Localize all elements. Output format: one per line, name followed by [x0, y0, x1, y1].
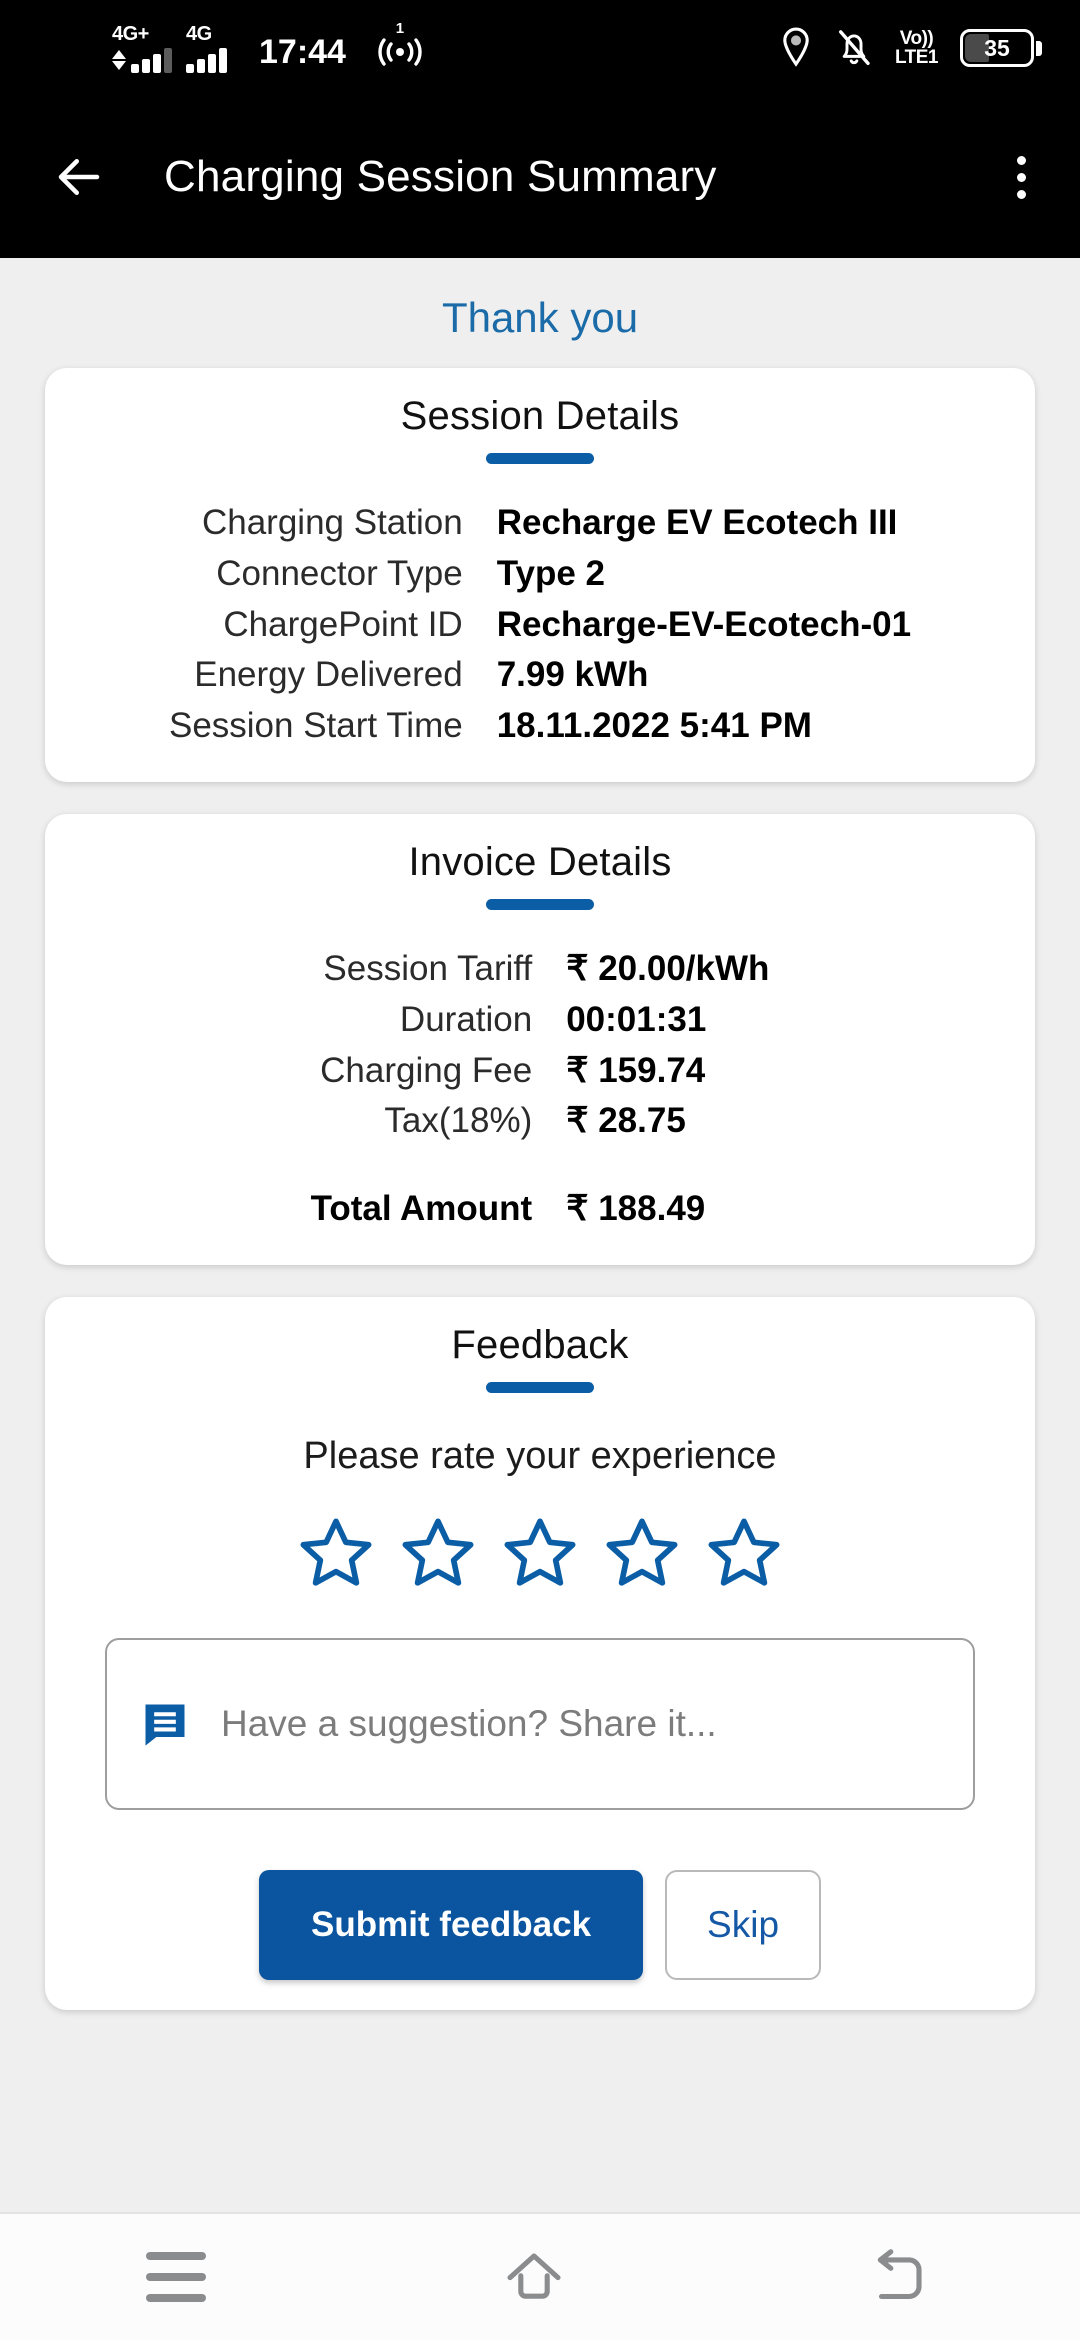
app-bar: Charging Session Summary [0, 96, 1080, 258]
sim2-signal: 4G [186, 24, 227, 73]
page-title: Charging Session Summary [164, 152, 717, 201]
sim1-network-label: 4G+ [112, 22, 149, 45]
session-details-title: Session Details [400, 394, 680, 438]
hotspot-glyph [378, 37, 422, 66]
back-arrow-icon[interactable] [52, 150, 106, 204]
sim1-signal: 4G+ [112, 24, 172, 73]
star-outline-icon[interactable] [602, 1514, 682, 1594]
volte-line2: LTE1 [894, 47, 939, 68]
rate-prompt: Please rate your experience [303, 1434, 777, 1477]
table-row: Charging Fee ₹ 159.74 [311, 1046, 770, 1097]
bell-muted-icon [838, 30, 870, 66]
table-row: Session Tariff ₹ 20.00/kWh [311, 944, 770, 995]
content-scroll-area[interactable]: Thank you Session Details Charging Stati… [0, 258, 1080, 2212]
signal-bar [219, 47, 227, 73]
row-value: 7.99 kWh [496, 655, 649, 695]
feedback-card: Feedback Please rate your experience Hav… [45, 1296, 1035, 2010]
row-label: Energy Delivered [194, 655, 463, 695]
table-row: ChargePoint ID Recharge-EV-Ecotech-01 [169, 600, 911, 651]
row-value: ₹ 20.00/kWh [566, 948, 770, 988]
row-label: Tax(18%) [384, 1101, 533, 1141]
total-row: Total Amount ₹ 188.49 [311, 1147, 770, 1235]
row-value: Recharge EV Ecotech III [496, 503, 898, 542]
row-label: Session Tariff [323, 948, 533, 988]
home-icon[interactable] [498, 2241, 570, 2313]
status-bar: 4G+ 4G 17:44 1 Vo)) LTE1 35 [0, 0, 1080, 96]
table-row: Duration 00:01:31 [311, 995, 770, 1046]
android-nav-bar [0, 2212, 1080, 2340]
battery-tip [1036, 40, 1042, 56]
table-row: Charging Station Recharge EV Ecotech III [169, 498, 911, 549]
title-underline [486, 898, 594, 910]
phone-screen: 4G+ 4G 17:44 1 Vo)) LTE1 35 Charging Ses… [0, 0, 1080, 2340]
signal-bar [131, 63, 139, 73]
location-pin-icon [783, 27, 809, 67]
nav-home-button[interactable] [428, 2223, 640, 2331]
back-nav-icon[interactable] [862, 2241, 934, 2313]
feedback-title: Feedback [451, 1322, 629, 1367]
signal-bar [186, 63, 194, 73]
thank-you-text: Thank you [441, 294, 639, 341]
sim1-bars [112, 47, 172, 73]
signal-bar [142, 58, 150, 73]
star-outline-icon[interactable] [296, 1514, 376, 1594]
star-outline-icon[interactable] [704, 1514, 784, 1594]
kebab-menu-icon[interactable] [1009, 146, 1034, 209]
row-label: Connector Type [216, 553, 463, 593]
status-bar-clock: 17:44 [259, 32, 346, 71]
row-value: Type 2 [496, 553, 605, 593]
session-details-card: Session Details Charging Station Recharg… [45, 368, 1035, 782]
hotspot-icon: 1 [374, 20, 426, 71]
total-value: ₹ 188.49 [566, 1189, 706, 1229]
nav-back-button[interactable] [792, 2223, 1004, 2331]
row-value: ₹ 28.75 [566, 1101, 686, 1141]
submit-feedback-button[interactable]: Submit feedback [258, 1869, 644, 1980]
nav-recents-button[interactable] [76, 2234, 276, 2320]
signal-bar [164, 47, 172, 73]
row-value: 18.11.2022 5:41 PM [496, 706, 812, 746]
status-bar-left: 4G+ 4G 17:44 1 [112, 20, 426, 73]
signal-bar [208, 53, 216, 73]
row-label: Session Start Time [168, 706, 463, 746]
row-value: Recharge-EV-Ecotech-01 [496, 604, 912, 644]
table-row: Energy Delivered 7.99 kWh [169, 650, 911, 701]
table-row: Tax(18%) ₹ 28.75 [311, 1096, 770, 1147]
row-value: ₹ 159.74 [566, 1050, 706, 1090]
table-row: Session Start Time 18.11.2022 5:41 PM [169, 701, 911, 752]
title-underline [486, 453, 594, 464]
table-row: Connector Type Type 2 [169, 549, 911, 600]
total-label: Total Amount [310, 1189, 533, 1229]
star-rating[interactable] [45, 1514, 1035, 1594]
suggestion-placeholder: Have a suggestion? Share it... [221, 1702, 717, 1744]
chat-message-icon [145, 1704, 185, 1746]
row-label: Charging Fee [320, 1050, 533, 1090]
status-bar-right: Vo)) LTE1 35 [779, 27, 1042, 69]
row-label: Charging Station [201, 503, 463, 542]
signal-bar [197, 58, 205, 73]
battery-body: 35 [960, 29, 1034, 67]
data-transfer-arrows-icon [112, 47, 126, 73]
invoice-details-table: Session Tariff ₹ 20.00/kWh Duration 00:0… [311, 944, 770, 1235]
volte-icon: Vo)) LTE1 [894, 28, 939, 68]
title-underline [486, 1381, 594, 1393]
invoice-details-card: Invoice Details Session Tariff ₹ 20.00/k… [45, 813, 1035, 1265]
volte-line1: Vo)) [899, 28, 934, 49]
skip-button[interactable]: Skip [665, 1869, 822, 1980]
signal-bar [153, 53, 161, 73]
sim2-bars [186, 47, 227, 73]
row-label: Duration [399, 999, 533, 1039]
row-label: ChargePoint ID [223, 604, 463, 644]
battery-icon: 35 [960, 29, 1042, 67]
star-outline-icon[interactable] [398, 1514, 478, 1594]
session-details-table: Charging Station Recharge EV Ecotech III… [169, 498, 911, 752]
row-value: 00:01:31 [566, 999, 707, 1039]
hotspot-count: 1 [395, 19, 405, 37]
invoice-details-title: Invoice Details [408, 839, 672, 884]
battery-percent-label: 35 [984, 34, 1010, 61]
feedback-button-row: Submit feedback Skip [45, 1869, 1035, 1980]
suggestion-input[interactable]: Have a suggestion? Share it... [105, 1637, 975, 1810]
star-outline-icon[interactable] [500, 1514, 580, 1594]
sim2-network-label: 4G [186, 22, 212, 45]
hamburger-recents-icon[interactable] [146, 2252, 206, 2302]
